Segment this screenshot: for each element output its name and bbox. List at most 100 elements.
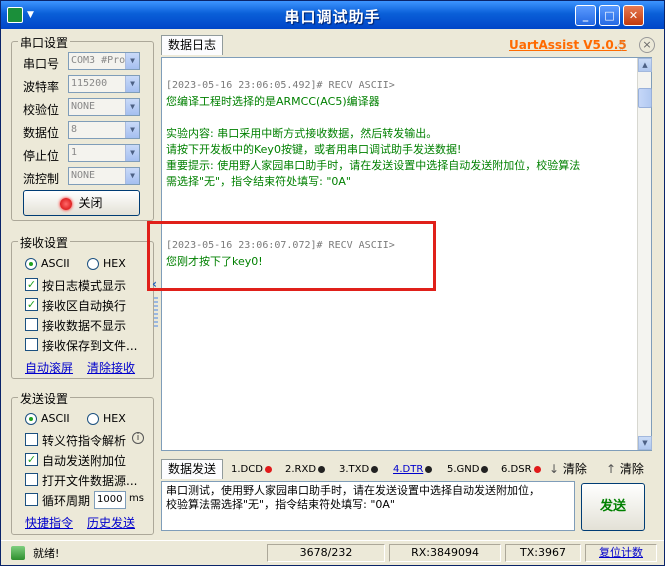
- log-entry-text: 请按下开发板中的Key0按键，或者用串口调试助手发送数据!: [166, 143, 462, 156]
- save-file-label: 接收保存到文件...: [42, 339, 138, 353]
- scroll-thumb[interactable]: [638, 88, 652, 108]
- status-icon: [11, 546, 25, 560]
- chevron-down-icon: ▼: [125, 99, 139, 115]
- title-bar[interactable]: ▼ 串口调试助手 _ □ ✕: [1, 1, 664, 29]
- close-port-button[interactable]: 关闭: [23, 190, 140, 216]
- send-ascii-radio[interactable]: [25, 413, 37, 425]
- shortcut-link[interactable]: 快捷指令: [25, 514, 73, 531]
- signal-rxd: 2.RXD: [285, 463, 326, 477]
- brand-label[interactable]: UartAssist V5.0.5: [509, 38, 627, 52]
- send-settings-title: 发送设置: [18, 390, 71, 407]
- signal-txd: 3.TXD: [339, 463, 379, 477]
- signal-dtr-label: 4.DTR: [393, 464, 424, 475]
- tx-counter: TX:3967: [505, 544, 581, 562]
- signal-rxd-label: 2.RXD: [285, 464, 317, 475]
- signal-dcd: 1.DCD: [231, 463, 272, 477]
- info-icon[interactable]: i: [132, 432, 144, 444]
- maximize-button[interactable]: □: [599, 5, 620, 26]
- recv-ascii-label: ASCII: [41, 257, 70, 270]
- escape-label: 转义符指令解析: [42, 434, 127, 448]
- auto-append-checkbox[interactable]: ✓: [25, 453, 38, 466]
- log-entry-text: 您编译工程时选择的是ARMCC(AC5)编译器: [166, 95, 380, 108]
- auto-scroll-link[interactable]: 自动滚屏: [25, 359, 73, 376]
- baud-label: 波特率: [23, 80, 60, 94]
- recv-hex-radio[interactable]: [87, 258, 99, 270]
- chevron-down-icon: ▼: [125, 168, 139, 184]
- led-icon: [371, 465, 379, 473]
- port-value: COM3 #Pro: [71, 55, 126, 66]
- arrow-up-icon: ↑: [606, 462, 617, 476]
- close-port-label: 关闭: [78, 196, 103, 210]
- chevron-down-icon: ▼: [125, 53, 139, 69]
- databits-label: 数据位: [23, 126, 60, 140]
- byte-counter: 3678/232: [267, 544, 385, 562]
- send-hex-radio[interactable]: [87, 413, 99, 425]
- open-file-checkbox[interactable]: [25, 473, 38, 486]
- flow-select[interactable]: NONE ▼: [68, 167, 140, 185]
- window-title: 串口调试助手: [284, 8, 381, 26]
- no-display-label: 接收数据不显示: [42, 319, 127, 333]
- diamond-icon[interactable]: ♢: [615, 37, 628, 55]
- arrow-down-icon: ↓: [549, 462, 560, 476]
- auto-wrap-checkbox[interactable]: ✓: [25, 298, 38, 311]
- parity-select[interactable]: NONE ▼: [68, 98, 140, 116]
- close-panel-icon[interactable]: ×: [639, 37, 655, 53]
- status-bar: 就绪! 3678/232 RX:3849094 TX:3967 复位计数: [1, 540, 664, 565]
- save-file-checkbox[interactable]: [25, 338, 38, 351]
- scroll-up-icon[interactable]: ▲: [638, 58, 652, 72]
- led-icon: [481, 465, 489, 473]
- flow-label: 流控制: [23, 172, 60, 186]
- open-file-label: 打开文件数据源...: [42, 474, 138, 488]
- log-mode-label: 按日志模式显示: [42, 279, 127, 293]
- log-entry-text: 重要提示: 使用野人家园串口助手时，请在发送设置中选择自动发送附加位，校验算法: [166, 159, 581, 172]
- recv-ascii-radio[interactable]: [25, 258, 37, 270]
- auto-append-label: 自动发送附加位: [42, 454, 127, 468]
- chevron-down-icon: ▼: [125, 76, 139, 92]
- log-scrollbar[interactable]: ▲ ▼: [637, 58, 652, 450]
- send-text-line: 串口测试，使用野人家园串口助手时，请在发送设置中选择自动发送附加位，: [166, 484, 540, 497]
- log-mode-checkbox[interactable]: ✓: [25, 278, 38, 291]
- signal-dsr: 6.DSR: [501, 463, 541, 477]
- parity-label: 校验位: [23, 103, 60, 117]
- no-display-checkbox[interactable]: [25, 318, 38, 331]
- flow-value: NONE: [71, 170, 96, 181]
- clear-send-button[interactable]: ↓ 清除: [549, 460, 587, 477]
- stopbits-value: 1: [71, 147, 78, 158]
- escape-checkbox[interactable]: [25, 433, 38, 446]
- reset-counter-link[interactable]: 复位计数: [585, 544, 657, 562]
- tab-data-log[interactable]: 数据日志: [161, 35, 223, 55]
- baud-value: 115200: [71, 78, 108, 89]
- scroll-down-icon[interactable]: ▼: [638, 436, 652, 450]
- recv-hex-label: HEX: [103, 257, 126, 270]
- send-button[interactable]: 发送: [581, 483, 645, 531]
- log-entry-text: 需选择"无"，指令结束符处填写: "0A": [166, 175, 351, 188]
- minimize-button[interactable]: _: [575, 5, 596, 26]
- cycle-input[interactable]: 1000: [94, 491, 126, 509]
- send-input[interactable]: 串口测试，使用野人家园串口助手时，请在发送设置中选择自动发送附加位， 校验算法需…: [161, 481, 575, 531]
- tab-data-send[interactable]: 数据发送: [161, 459, 223, 479]
- databits-value: 8: [71, 124, 78, 135]
- clear-send-label: 清除: [562, 462, 587, 476]
- signal-dsr-label: 6.DSR: [501, 464, 532, 475]
- cycle-unit: ms: [129, 493, 144, 504]
- stopbits-select[interactable]: 1 ▼: [68, 144, 140, 162]
- cycle-checkbox[interactable]: [25, 493, 38, 506]
- main-window: ▼ 串口调试助手 _ □ ✕ 串口设置 串口号 COM3 #Pro ▼ 波特率 1…: [0, 0, 665, 566]
- highlight-box: [147, 221, 436, 291]
- clear-counter-button[interactable]: ↑ 清除: [606, 460, 644, 477]
- cycle-label: 循环周期: [42, 494, 91, 508]
- clear-receive-link[interactable]: 清除接收: [87, 359, 135, 376]
- auto-wrap-label: 接收区自动换行: [42, 299, 127, 313]
- close-window-button[interactable]: ✕: [623, 5, 644, 26]
- baud-select[interactable]: 115200 ▼: [68, 75, 140, 93]
- signal-txd-label: 3.TXD: [339, 464, 370, 475]
- signal-gnd: 5.GND: [447, 463, 489, 477]
- signal-dtr[interactable]: 4.DTR: [393, 463, 433, 477]
- databits-select[interactable]: 8 ▼: [68, 121, 140, 139]
- serial-settings-title: 串口设置: [18, 34, 71, 51]
- history-link[interactable]: 历史发送: [87, 514, 135, 531]
- send-text-line: 校验算法需选择"无"，指令结束符处填写: "0A": [166, 498, 395, 511]
- send-hex-label: HEX: [103, 412, 126, 425]
- port-select[interactable]: COM3 #Pro ▼: [68, 52, 140, 70]
- led-icon: [425, 465, 433, 473]
